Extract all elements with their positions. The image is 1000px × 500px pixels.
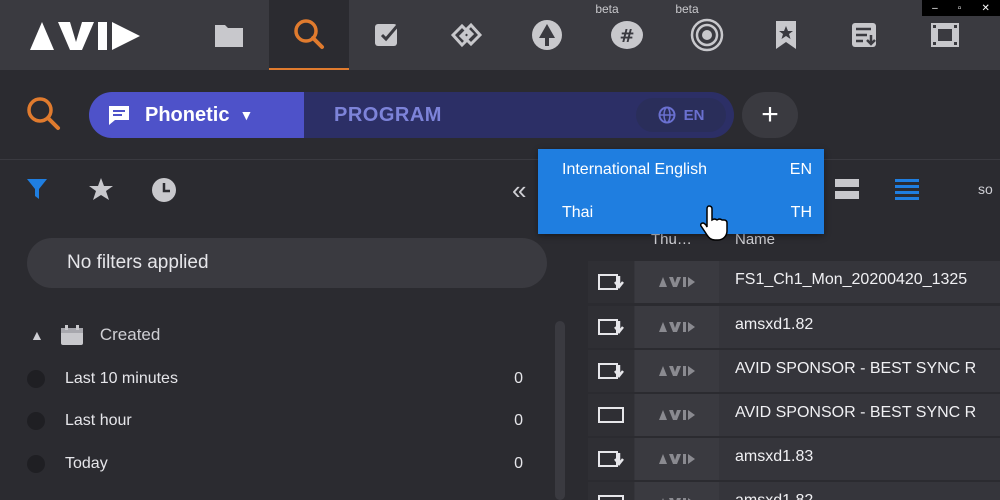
- tree-icon: [532, 20, 562, 50]
- clip-download-icon: [588, 261, 634, 303]
- section-created-header[interactable]: ▲ Created: [30, 324, 160, 346]
- star-icon[interactable]: [88, 177, 114, 201]
- filter-item-count: 0: [514, 455, 523, 472]
- filter-item-count: 0: [514, 412, 523, 429]
- minimize-button[interactable]: –: [932, 3, 938, 14]
- radio-button[interactable]: [27, 455, 45, 473]
- avid-thumbnail-icon: [635, 306, 719, 348]
- row-name: amsxd1.82: [735, 316, 814, 333]
- language-option-code: TH: [790, 204, 812, 221]
- beta-badge: beta: [595, 2, 619, 16]
- collapse-panel-button[interactable]: «: [512, 175, 526, 206]
- row-name: AVID SPONSOR - BEST SYNC R: [735, 360, 977, 377]
- search-mode-dropdown[interactable]: Phonetic ▼: [89, 92, 304, 138]
- filter-panel: « No filters applied ▲ Created Last 10 m…: [0, 161, 570, 500]
- top-toolbar: # beta beta – ▫ ✕: [0, 0, 1000, 70]
- film-icon: [931, 23, 959, 47]
- film-icon: [588, 482, 634, 500]
- filter-item-label: Today: [65, 455, 108, 472]
- tool-export[interactable]: [826, 0, 904, 70]
- beta-badge: beta: [675, 2, 699, 16]
- close-button[interactable]: ✕: [982, 3, 990, 14]
- language-option-code: EN: [789, 161, 812, 178]
- hand-cursor-icon: [700, 205, 728, 241]
- view-list-icon[interactable]: [894, 177, 920, 201]
- globe-icon: [658, 106, 676, 124]
- maximize-button[interactable]: ▫: [958, 3, 962, 14]
- row-name: AVID SPONSOR - BEST SYNC R: [735, 404, 977, 421]
- chevron-up-icon: ▲: [30, 327, 44, 343]
- language-option-label: Thai: [562, 204, 594, 221]
- search-icon[interactable]: [24, 94, 62, 132]
- list-download-icon: [852, 23, 876, 47]
- sort-label[interactable]: so: [978, 181, 993, 197]
- row-name: amsxd1.83: [735, 448, 814, 465]
- link-icon: [450, 22, 483, 48]
- language-option-label: International English: [562, 161, 707, 178]
- tool-bookmark[interactable]: [747, 0, 825, 70]
- avid-thumbnail-icon: [635, 350, 719, 392]
- clip-download-icon: [588, 438, 634, 480]
- table-row[interactable]: AVID SPONSOR - BEST SYNC R: [588, 350, 1000, 392]
- radio-button[interactable]: [27, 370, 45, 388]
- bookmark-icon: [776, 21, 796, 49]
- tool-tree[interactable]: [508, 0, 586, 70]
- filter-item-count: 0: [514, 370, 523, 387]
- radio-button[interactable]: [27, 412, 45, 430]
- avid-thumbnail-icon: [635, 438, 719, 480]
- tool-search[interactable]: [269, 0, 349, 70]
- table-row[interactable]: amsxd1.83: [588, 438, 1000, 480]
- language-option-th[interactable]: Thai TH: [538, 192, 824, 234]
- filter-item[interactable]: Last 10 minutes 0: [27, 367, 527, 391]
- no-filters-message: No filters applied: [27, 238, 547, 288]
- film-icon: [588, 394, 634, 436]
- language-menu: International English EN Thai TH: [538, 149, 824, 234]
- svg-text:#: #: [619, 26, 634, 47]
- clip-download-icon: [588, 306, 634, 348]
- message-icon: [109, 106, 129, 125]
- avid-thumbnail-icon: [635, 482, 719, 500]
- filter-item[interactable]: Last hour 0: [27, 409, 527, 433]
- avid-thumbnail-icon: [635, 261, 719, 303]
- hashtag-icon: #: [611, 21, 643, 49]
- clip-download-icon: [588, 350, 634, 392]
- window-controls: – ▫ ✕: [922, 0, 1000, 16]
- avid-thumbnail-icon: [635, 394, 719, 436]
- filter-item-label: Last 10 minutes: [65, 370, 178, 387]
- tool-browse[interactable]: [190, 0, 268, 70]
- target-icon: [690, 18, 724, 52]
- tool-marker[interactable]: [349, 0, 427, 70]
- filter-icon[interactable]: [26, 177, 48, 201]
- language-code: EN: [683, 106, 705, 124]
- row-name: amsxd1.82: [735, 492, 813, 500]
- app-root: # beta beta – ▫ ✕ Phonetic ▼ PROGRAM EN …: [0, 0, 1000, 500]
- filter-item[interactable]: Today 0: [27, 452, 527, 476]
- table-row[interactable]: amsxd1.82: [588, 306, 1000, 348]
- add-search-button[interactable]: +: [742, 92, 798, 138]
- search-input[interactable]: PROGRAM EN: [304, 92, 734, 138]
- language-selector[interactable]: EN: [636, 98, 726, 132]
- chevron-down-icon: ▼: [239, 107, 254, 123]
- view-compact-icon[interactable]: [834, 177, 860, 201]
- section-title: Created: [99, 325, 161, 344]
- search-query-text: PROGRAM: [334, 104, 442, 126]
- avid-logo: [30, 22, 140, 50]
- search-mode-label: Phonetic: [145, 103, 230, 126]
- table-row[interactable]: amsxd1.82: [588, 482, 1000, 500]
- language-option-en[interactable]: International English EN: [538, 149, 824, 191]
- search-icon: [294, 19, 324, 49]
- table-row[interactable]: AVID SPONSOR - BEST SYNC R: [588, 394, 1000, 436]
- calendar-icon: [60, 325, 83, 345]
- table-row[interactable]: FS1_Ch1_Mon_20200420_1325: [588, 261, 1000, 303]
- tool-link[interactable]: [428, 0, 506, 70]
- row-name: FS1_Ch1_Mon_20200420_1325: [735, 271, 968, 288]
- folder-icon: [215, 25, 243, 47]
- search-bar: Phonetic ▼ PROGRAM EN +: [0, 70, 1000, 160]
- filter-scrollbar[interactable]: [555, 321, 565, 500]
- filter-item-label: Last hour: [65, 412, 132, 429]
- edit-icon: [375, 24, 400, 46]
- clock-icon[interactable]: [151, 177, 177, 203]
